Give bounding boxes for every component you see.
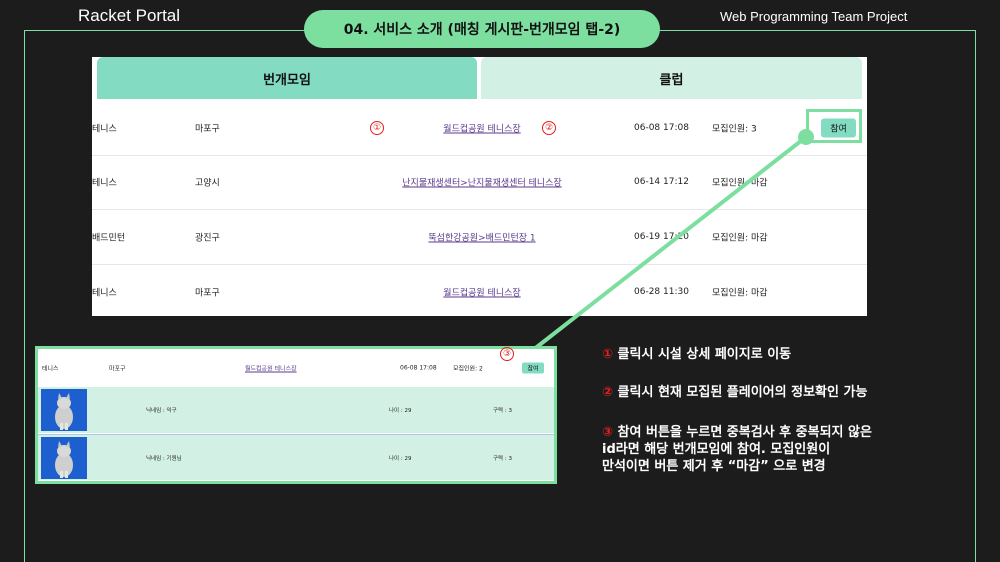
player-row: 닉네임 : 익구 나이 : 29 구력 : 3 (38, 387, 554, 433)
detail-place-link[interactable]: 월드컵공원 테니스장 (245, 364, 297, 373)
description-2: ② 클릭시 현재 모집된 플레이어의 정보확인 가능 (602, 384, 962, 401)
description-2-text: 클릭시 현재 모집된 플레이어의 정보확인 가능 (613, 385, 868, 400)
description-3: ③ 참여 버튼을 누르면 중복검사 후 중복되지 않은 id라면 해당 번개모임… (602, 424, 962, 475)
detail-header-row[interactable]: 테니스 마포구 월드컵공원 테니스장 06-08 17:08 모집인원: 2 참… (38, 349, 554, 387)
detail-region: 마포구 (109, 365, 126, 373)
description-3-line-3: 만석이면 버튼 제거 후 “마감” 으로 변경 (602, 459, 826, 474)
player-career: 구력 : 3 (493, 408, 512, 414)
detail-recruit: 모집인원: 2 (453, 365, 483, 373)
description-3-number: ③ (602, 425, 614, 440)
description-3-line-2: id라면 해당 번개모임에 참여. 모집인원이 (602, 442, 831, 457)
player-avatar (41, 437, 87, 479)
player-career: 구력 : 3 (493, 455, 512, 462)
player-row: 닉네임 : 기원님 나이 : 29 구력 : 3 (38, 434, 554, 480)
description-1: ① 클릭시 시설 상세 페이지로 이동 (602, 346, 962, 363)
description-1-number: ① (602, 347, 614, 362)
meetup-detail-panel: 테니스 마포구 월드컵공원 테니스장 06-08 17:08 모집인원: 2 참… (35, 346, 557, 484)
detail-join-button[interactable]: 참여 (522, 362, 544, 374)
description-3-line-1: 참여 버튼을 누르면 중복검사 후 중복되지 않은 (613, 425, 872, 440)
detail-date: 06-08 17:08 (400, 364, 437, 372)
description-2-number: ② (602, 385, 614, 400)
detail-sport: 테니스 (42, 365, 59, 373)
player-age: 나이 : 29 (389, 455, 412, 462)
connector-dot (798, 129, 814, 145)
cat-photo-icon (41, 437, 87, 479)
marker-3: ③ (500, 347, 514, 361)
connector-line (531, 135, 808, 352)
cat-photo-icon (41, 389, 87, 431)
player-avatar (41, 389, 87, 431)
player-nickname: 닉네임 : 기원님 (146, 455, 182, 462)
player-nickname: 닉네임 : 익구 (146, 408, 177, 414)
player-age: 나이 : 29 (389, 408, 412, 414)
description-1-text: 클릭시 시설 상세 페이지로 이동 (613, 347, 792, 362)
